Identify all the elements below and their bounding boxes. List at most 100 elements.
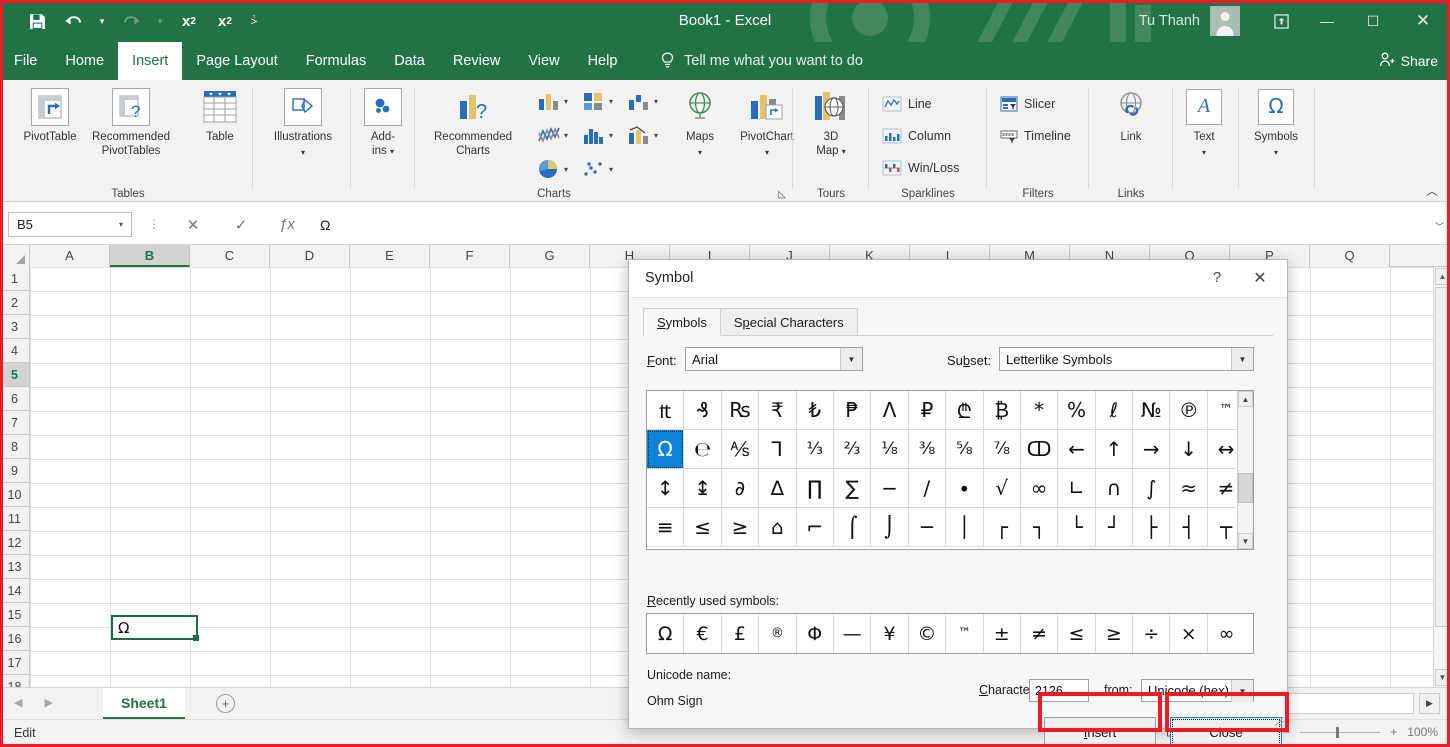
column-header-C[interactable]: C — [190, 245, 270, 267]
recommended-charts-button[interactable]: ? Recommended Charts — [422, 86, 524, 158]
font-chevron-down-icon[interactable]: ▼ — [840, 348, 862, 370]
symbol-cell[interactable]: № — [1133, 391, 1171, 430]
symbol-cell[interactable]: ↑ — [1095, 430, 1134, 469]
symbol-cell[interactable]: ∞ — [1020, 469, 1059, 508]
column-header-F[interactable]: F — [430, 245, 510, 267]
symbol-cell[interactable]: ₰ — [684, 391, 722, 430]
symbols-dropdown-icon[interactable]: ▾ — [1240, 145, 1312, 160]
line-chart-dropdown-icon[interactable]: ▾ — [564, 131, 568, 140]
symbol-cell[interactable]: ≤ — [684, 508, 722, 547]
column-header-Q[interactable]: Q — [1310, 245, 1390, 267]
row-header-1[interactable]: 1 — [0, 267, 29, 291]
recommended-pivottables-button[interactable]: ? Recommended PivotTables — [86, 86, 176, 158]
timeline-button[interactable]: Timeline — [1000, 128, 1071, 144]
symbol-cell[interactable]: ⅍ — [721, 430, 760, 469]
symbol-cell[interactable]: ⌡ — [871, 508, 909, 547]
tell-me-search[interactable]: Tell me what you want to do — [660, 42, 863, 80]
vertical-scrollbar[interactable]: ▲ ▼ — [1433, 267, 1450, 687]
symbol-cell[interactable]: ∩ — [1095, 469, 1134, 508]
symbol-cell[interactable]: ₿ — [983, 391, 1021, 430]
sparkline-line-button[interactable]: Line — [882, 96, 932, 112]
bar-chart-button[interactable]: ▾ — [581, 90, 613, 112]
zoom-in-button[interactable]: + — [1390, 725, 1397, 739]
row-header-6[interactable]: 6 — [0, 387, 29, 411]
symbol-cell[interactable]: ≈ — [1170, 469, 1208, 508]
symbol-cell[interactable]: → — [1133, 430, 1171, 469]
row-header-2[interactable]: 2 — [0, 291, 29, 315]
row-header-10[interactable]: 10 — [0, 483, 29, 507]
row-header-9[interactable]: 9 — [0, 459, 29, 483]
recent-symbol-cell[interactable]: ∞ — [1208, 614, 1245, 653]
symbol-cell[interactable]: ∫ — [1133, 469, 1171, 508]
next-sheet-icon[interactable]: ▶ — [44, 696, 52, 709]
recent-symbol-cell[interactable]: ÷ — [1133, 614, 1171, 653]
name-box[interactable]: B5 ▾ — [8, 212, 132, 237]
illustrations-button[interactable]: Illustrations ▾ — [264, 86, 342, 159]
symbol-cell[interactable]: ┌ — [983, 508, 1021, 547]
symbol-cell[interactable]: ⌐ — [796, 508, 834, 547]
symbol-scroll-down-icon[interactable]: ▼ — [1238, 533, 1253, 549]
histogram-dropdown-icon[interactable]: ▾ — [609, 131, 613, 140]
symbol-cell[interactable]: ℓ — [1095, 391, 1134, 430]
symbol-cell[interactable]: Ʌ — [871, 391, 909, 430]
scatter-chart-button[interactable]: ▾ — [581, 158, 613, 180]
sheet-tab-sheet1[interactable]: Sheet1 — [103, 688, 185, 719]
row-header-5[interactable]: 5 — [0, 363, 29, 387]
symbol-cell[interactable]: * — [1020, 391, 1059, 430]
symbol-cell[interactable]: ↀ — [1020, 430, 1059, 469]
symbol-cell[interactable]: ⅝ — [946, 430, 984, 469]
symbol-cell[interactable]: ∑ — [833, 469, 872, 508]
avatar[interactable] — [1210, 6, 1240, 36]
formula-input[interactable]: Ω — [310, 212, 1428, 237]
vertical-scroll-thumb[interactable] — [1435, 287, 1450, 627]
recent-symbol-cell[interactable]: Ω — [647, 614, 685, 653]
symbol-scroll-up-icon[interactable]: ▲ — [1238, 391, 1253, 407]
row-header-7[interactable]: 7 — [0, 411, 29, 435]
recent-symbol-cell[interactable]: ≤ — [1058, 614, 1096, 653]
table-button[interactable]: Table — [184, 86, 256, 145]
recently-used-symbols[interactable]: Ω € £ ® Φ — ¥ © ™ ± ≠ ≤ ≥ ÷ × ∞ — [646, 613, 1254, 654]
symbol-cell[interactable]: ┤ — [1170, 508, 1208, 547]
font-combobox[interactable]: Arial ▼ — [685, 347, 863, 371]
symbol-cell[interactable]: └ — [1058, 508, 1096, 547]
charts-dialog-launcher[interactable]: ◺ — [778, 189, 786, 200]
recent-symbol-cell[interactable]: © — [909, 614, 947, 653]
column-header-A[interactable]: A — [30, 245, 110, 267]
symbol-cell[interactable]: ₶ — [647, 391, 685, 430]
add-sheet-icon[interactable]: + — [216, 694, 235, 713]
tab-home[interactable]: Home — [51, 42, 118, 80]
row-header-16[interactable]: 16 — [0, 627, 29, 651]
pivottable-button[interactable]: PivotTable — [14, 86, 86, 145]
recent-symbol-cell[interactable]: Φ — [797, 614, 834, 653]
row-header-4[interactable]: 4 — [0, 339, 29, 363]
illustrations-dropdown-icon[interactable]: ▾ — [264, 145, 342, 160]
bar-chart-dropdown-icon[interactable]: ▾ — [609, 97, 613, 106]
column-header-D[interactable]: D — [270, 245, 350, 267]
symbol-cell[interactable]: ₨ — [721, 391, 760, 430]
symbol-cell[interactable]: ⌠ — [833, 508, 872, 547]
symbol-cell[interactable]: ∏ — [796, 469, 834, 508]
recent-symbol-cell[interactable]: € — [684, 614, 722, 653]
text-button[interactable]: A Text ▾ — [1168, 86, 1240, 159]
tab-review[interactable]: Review — [439, 42, 515, 80]
column-header-G[interactable]: G — [510, 245, 590, 267]
symbol-cell[interactable]: ∆ — [759, 469, 797, 508]
tab-page-layout[interactable]: Page Layout — [182, 42, 291, 80]
sheet-nav-arrows[interactable]: ◀ ▶ — [14, 696, 53, 709]
row-header-3[interactable]: 3 — [0, 315, 29, 339]
zoom-control[interactable]: − + 100% — [1283, 725, 1438, 739]
pie-chart-dropdown-icon[interactable]: ▾ — [564, 165, 568, 174]
symbol-cell[interactable]: ∕ — [908, 469, 947, 508]
row-header-15[interactable]: 15 — [0, 603, 29, 627]
row-header-17[interactable]: 17 — [0, 651, 29, 675]
scroll-right-icon[interactable]: ▶ — [1419, 693, 1440, 714]
map3d-button[interactable]: 3D Map ▾ — [795, 86, 867, 158]
recent-symbol-cell[interactable]: × — [1170, 614, 1208, 653]
select-all-corner[interactable] — [0, 245, 30, 267]
recent-symbol-cell[interactable]: ± — [984, 614, 1021, 653]
addins-button[interactable]: Add- ins ▾ — [352, 86, 414, 158]
symbol-cell[interactable]: ⅓ — [796, 430, 834, 469]
symbol-cell[interactable]: ₽ — [908, 391, 947, 430]
name-box-chevron-down-icon[interactable]: ▾ — [119, 220, 123, 229]
line-chart-button[interactable]: ▾ — [536, 124, 568, 146]
